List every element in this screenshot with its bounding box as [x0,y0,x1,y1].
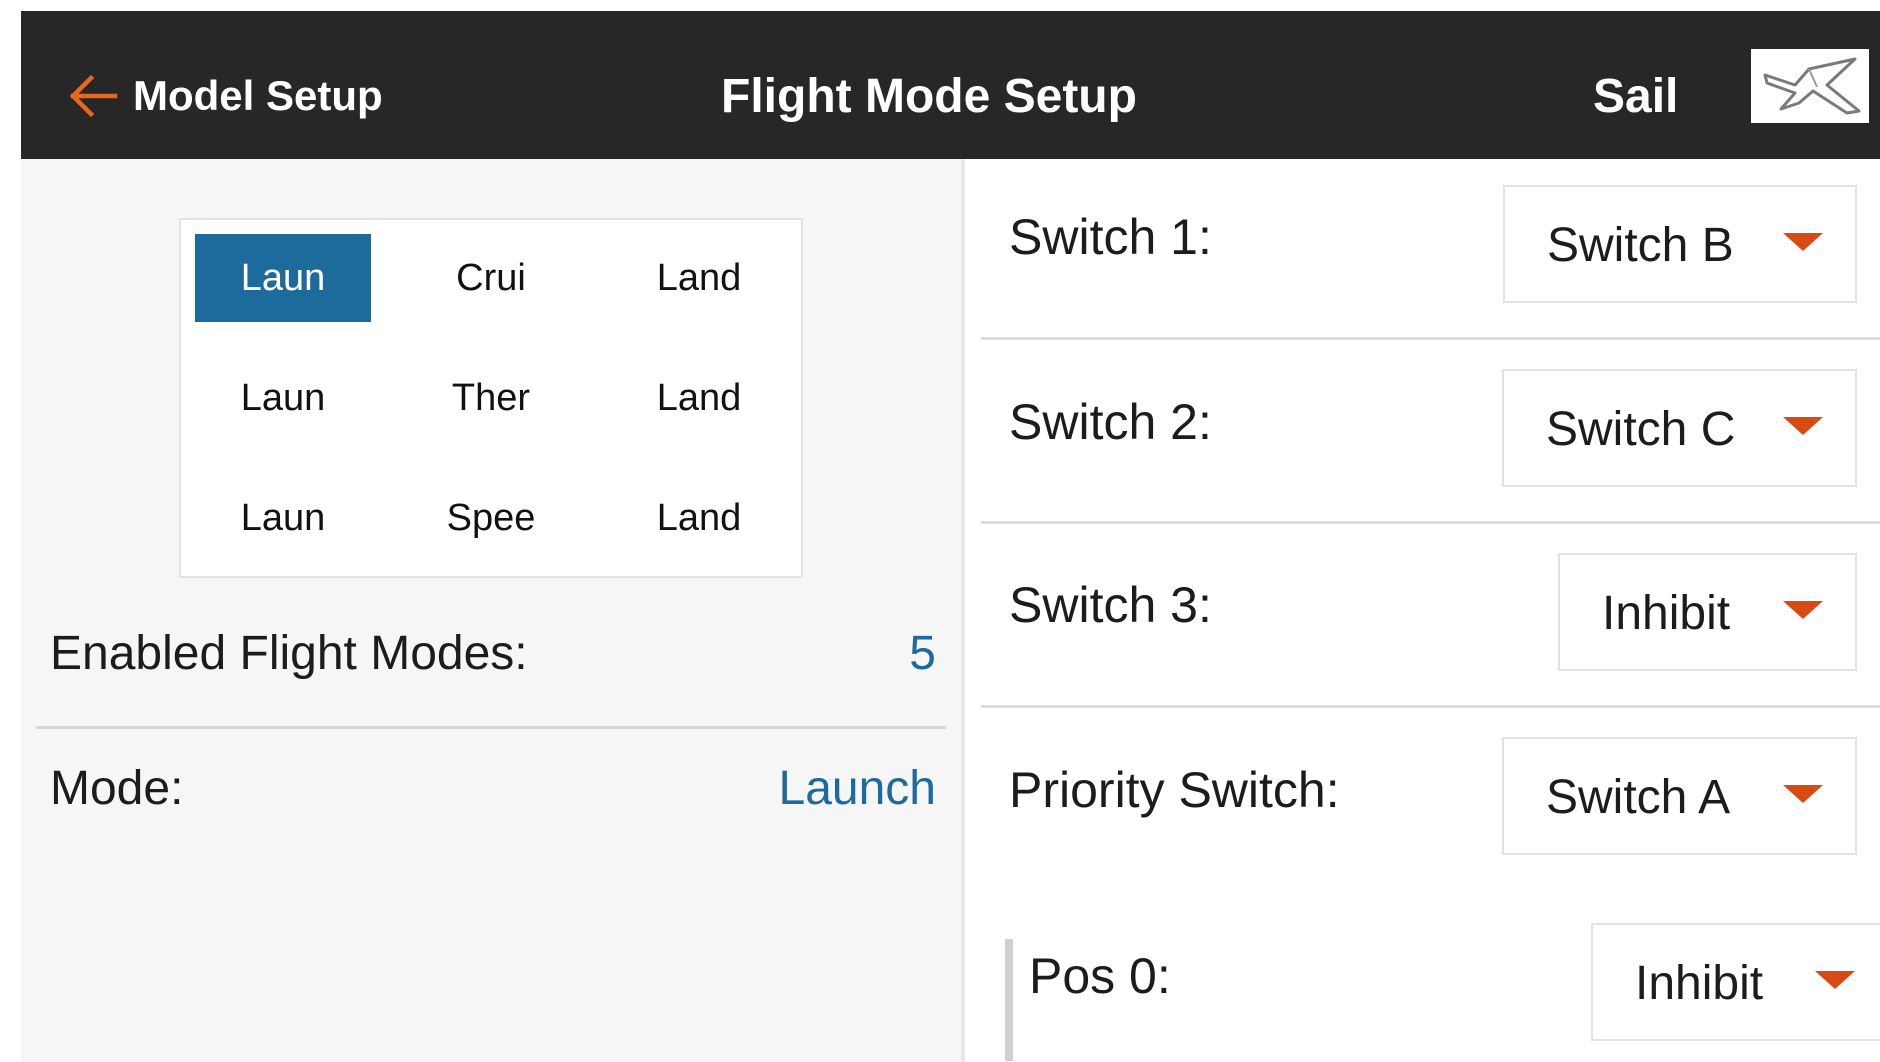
pos-0-value: Inhibit [1635,957,1764,1010]
switch-3-value: Inhibit [1602,587,1731,640]
switch-2-label: Switch 2: [1009,394,1212,450]
priority-switch-label: Priority Switch: [1009,762,1340,818]
back-label: Model Setup [133,72,383,119]
mode-label: Mode: [50,762,184,815]
page-title: Flight Mode Setup [721,70,1137,123]
sub-item-indicator [1005,939,1013,1061]
mode-cell-1-3[interactable]: Land [611,234,787,322]
switch-1-label: Switch 1: [1009,209,1212,265]
header-bar: Model Setup Flight Mode Setup Sail [21,11,1880,159]
left-border [0,0,21,1062]
screen: Model Setup Flight Mode Setup Sail Laun … [21,11,1880,1062]
caret-down-icon [1783,785,1823,803]
top-border [0,0,1880,11]
caret-down-icon [1783,417,1823,435]
flight-mode-grid: Laun Crui Land Laun Ther Land Laun Spee … [179,218,803,578]
sailplane-icon [1763,57,1861,115]
mode-cell-2-3[interactable]: Land [611,354,787,442]
mode-cell-3-1[interactable]: Laun [195,474,371,562]
mode-cell-3-3[interactable]: Land [611,474,787,562]
divider [981,337,1880,340]
switch-2-dropdown[interactable]: Switch C [1502,369,1857,487]
mode-cell-1-1[interactable]: Laun [195,234,371,322]
mode-cell-2-2[interactable]: Ther [403,354,579,442]
priority-switch-value: Switch A [1546,771,1731,824]
mode-value[interactable]: Launch [779,761,936,816]
caret-down-icon [1815,971,1855,989]
mode-cell-1-2[interactable]: Crui [403,234,579,322]
caret-down-icon [1783,233,1823,251]
mode-cell-2-1[interactable]: Laun [195,354,371,442]
flight-mode-panel: Laun Crui Land Laun Ther Land Laun Spee … [21,159,961,1062]
switch-assignment-panel: Switch 1: Switch B Switch 2: Switch C Sw… [965,159,1880,1062]
divider [36,726,946,729]
enabled-modes-value[interactable]: 5 [909,626,936,681]
switch-3-dropdown[interactable]: Inhibit [1558,553,1857,671]
mode-cell-3-2[interactable]: Spee [403,474,579,562]
priority-switch-dropdown[interactable]: Switch A [1502,737,1857,855]
divider [981,705,1880,708]
switch-1-value: Switch B [1547,219,1734,272]
caret-down-icon [1783,601,1823,619]
arrow-left-icon [69,74,118,118]
pos-0-dropdown[interactable]: Inhibit [1591,923,1880,1041]
enabled-modes-label: Enabled Flight Modes: [50,627,528,680]
divider [981,521,1880,524]
switch-1-dropdown[interactable]: Switch B [1503,185,1857,303]
switch-2-value: Switch C [1546,403,1736,456]
switch-3-label: Switch 3: [1009,577,1212,633]
model-image[interactable] [1751,49,1869,123]
model-name: Sail [1593,70,1679,123]
back-button[interactable]: Model Setup [69,61,383,131]
pos-0-label: Pos 0: [1029,948,1171,1004]
